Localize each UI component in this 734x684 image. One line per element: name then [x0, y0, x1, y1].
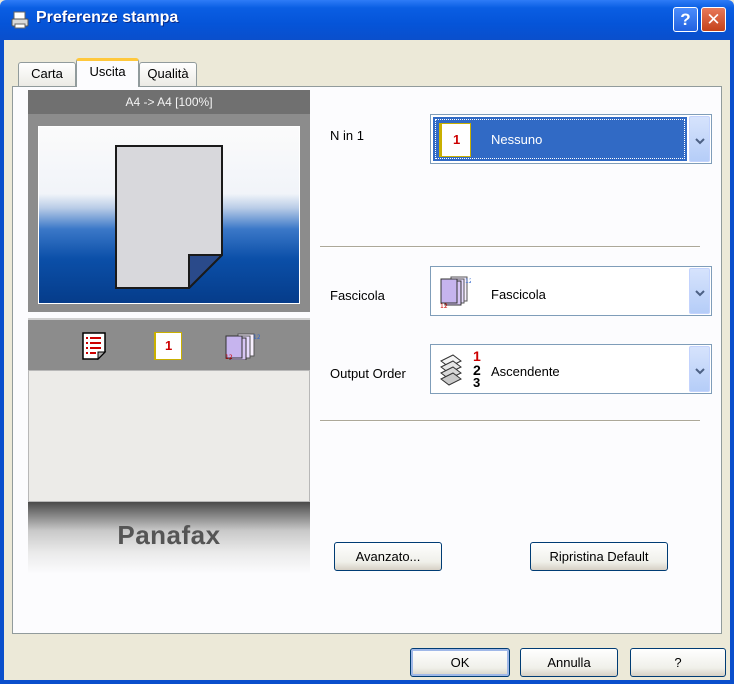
window-title: Preferenze stampa: [36, 9, 179, 26]
window-frame-left: [0, 40, 4, 684]
preview-column: A4 -> A4 [100%] 1 12 12 Panafax: [28, 90, 310, 580]
document-list-icon: [82, 332, 107, 360]
preview-info-area: [28, 370, 310, 502]
close-button[interactable]: ✕: [701, 7, 726, 32]
svg-text:12: 12: [253, 334, 260, 341]
n-in-1-dropdown[interactable]: 1 Nessuno: [430, 114, 712, 164]
separator: [320, 420, 700, 422]
collate-dropdown[interactable]: 12 12 Fascicola: [430, 266, 712, 316]
printer-icon: [11, 11, 29, 29]
page-stack-icon: [440, 354, 462, 386]
collate-value: Fascicola: [491, 287, 546, 302]
preview-area: [28, 114, 310, 312]
n-in-1-page-icon: 1: [154, 332, 182, 360]
n-in-1-option-icon: 1: [439, 123, 471, 157]
advanced-button[interactable]: Avanzato...: [334, 542, 442, 571]
collate-icon: 12 12: [225, 333, 260, 360]
n-in-1-value: Nessuno: [491, 132, 543, 147]
preview-icons-bar: 1 12 12: [28, 318, 310, 370]
title-bar[interactable]: Preferenze stampa ? ✕: [0, 0, 734, 40]
chevron-down-icon[interactable]: [689, 268, 710, 314]
output-order-value: Ascendente: [491, 364, 560, 379]
tab-carta[interactable]: Carta: [18, 62, 76, 86]
tab-qualita[interactable]: Qualità: [139, 62, 197, 86]
chevron-down-icon[interactable]: [689, 116, 710, 162]
window-frame-right: [730, 40, 734, 684]
brand-logo-text: Panafax: [117, 520, 221, 550]
ok-button[interactable]: OK: [410, 648, 510, 677]
separator: [320, 246, 700, 248]
collate-icon: 12 12: [440, 276, 471, 309]
output-order-label: Output Order: [330, 366, 406, 381]
output-order-dropdown[interactable]: 1 2 3 Ascendente: [430, 344, 712, 394]
svg-text:12: 12: [440, 303, 448, 309]
tab-uscita[interactable]: Uscita: [76, 58, 139, 87]
page-preview: [38, 126, 300, 304]
print-preferences-dialog: Preferenze stampa ? ✕ Carta Uscita Quali…: [0, 0, 734, 684]
restore-defaults-button[interactable]: Ripristina Default: [530, 542, 668, 571]
chevron-down-icon[interactable]: [689, 346, 710, 392]
svg-text:12: 12: [465, 278, 471, 285]
paper-size-header: A4 -> A4 [100%]: [28, 90, 310, 114]
n-in-1-label: N in 1: [330, 128, 364, 143]
help-title-button[interactable]: ?: [673, 7, 698, 32]
collate-label: Fascicola: [330, 288, 385, 303]
window-frame-bottom: [0, 680, 734, 684]
help-button[interactable]: ?: [630, 648, 726, 677]
close-icon: ✕: [706, 10, 721, 29]
brand-banner: Panafax: [28, 502, 310, 574]
cancel-button[interactable]: Annulla: [520, 648, 618, 677]
page-preview-icon: [115, 145, 223, 289]
svg-text:12: 12: [225, 354, 233, 360]
